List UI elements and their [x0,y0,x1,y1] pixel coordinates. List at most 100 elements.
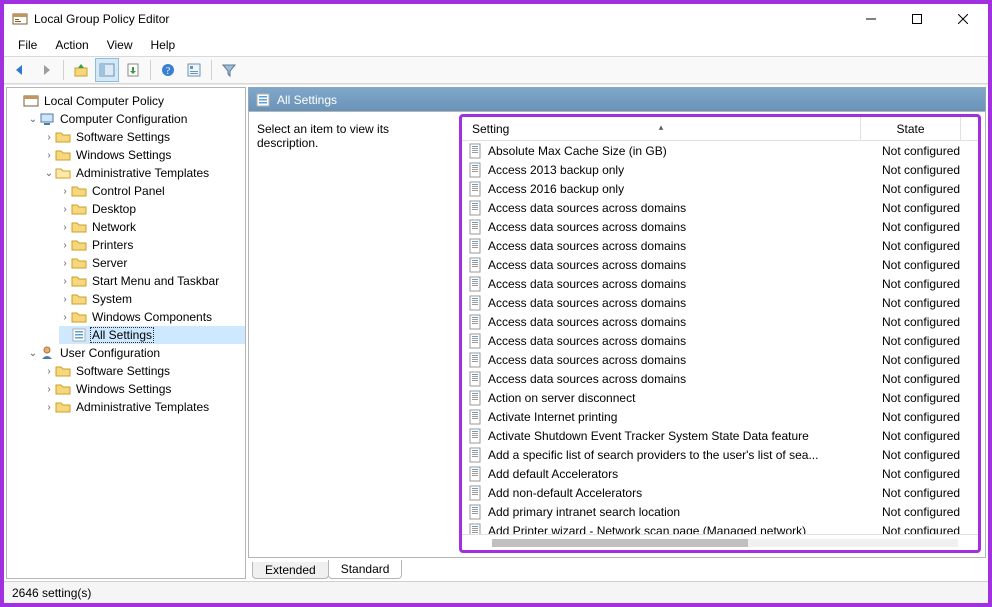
scrollbar-thumb[interactable] [492,539,748,547]
tree-uc-admin-templates[interactable]: ›Administrative Templates [43,398,245,416]
expand-icon[interactable]: › [43,384,55,395]
folder-icon [71,219,87,235]
back-button[interactable] [8,58,32,82]
tree-user-configuration[interactable]: ⌄ User Configuration [27,344,245,362]
tree-pane[interactable]: Local Computer Policy ⌄ Computer Configu… [6,87,246,579]
policy-item-icon [468,276,484,292]
row-setting: Add default Accelerators [488,467,878,481]
show-hide-tree-button[interactable] [95,58,119,82]
expand-icon[interactable]: › [59,204,71,215]
list-row[interactable]: Activate Internet printingNot configured [462,407,978,426]
menu-help[interactable]: Help [143,36,184,54]
tab-extended[interactable]: Extended [252,562,329,579]
policy-item-icon [468,485,484,501]
tree-item[interactable]: ›Desktop [59,200,245,218]
expand-icon[interactable]: › [59,240,71,251]
collapse-icon[interactable]: ⌄ [43,168,55,179]
expand-icon[interactable]: › [43,132,55,143]
expand-icon[interactable]: › [59,222,71,233]
list-row[interactable]: Add primary intranet search locationNot … [462,502,978,521]
tree-all-settings[interactable]: All Settings [59,326,245,344]
list-body[interactable]: Absolute Max Cache Size (in GB)Not confi… [462,141,978,534]
list-row[interactable]: Access data sources across domainsNot co… [462,198,978,217]
properties-button[interactable] [182,58,206,82]
list-row[interactable]: Add a specific list of search providers … [462,445,978,464]
tree-root[interactable]: Local Computer Policy [11,92,245,110]
expand-icon[interactable]: › [59,258,71,269]
list-row[interactable]: Action on server disconnectNot configure… [462,388,978,407]
tree-item[interactable]: ›Network [59,218,245,236]
menu-view[interactable]: View [99,36,141,54]
tree-cc-admin-templates[interactable]: ⌄Administrative Templates [43,164,245,182]
tree-label: User Configuration [58,346,162,360]
export-list-button[interactable] [121,58,145,82]
collapse-icon[interactable]: ⌄ [27,114,39,125]
policy-item-icon [468,371,484,387]
tab-standard[interactable]: Standard [328,560,403,579]
help-button[interactable]: ? [156,58,180,82]
expand-icon[interactable]: › [59,312,71,323]
row-state: Not configured [878,524,978,535]
tree-cc-software-settings[interactable]: › Software Settings [43,128,245,146]
tree-item[interactable]: ›Printers [59,236,245,254]
list-row[interactable]: Access data sources across domainsNot co… [462,350,978,369]
expand-icon[interactable]: › [59,186,71,197]
list-row[interactable]: Access data sources across domainsNot co… [462,369,978,388]
policy-item-icon [468,219,484,235]
col-padding [960,117,978,140]
maximize-button[interactable] [894,4,940,34]
horizontal-scrollbar[interactable] [462,534,978,550]
menu-action[interactable]: Action [47,36,96,54]
list-row[interactable]: Absolute Max Cache Size (in GB)Not confi… [462,141,978,160]
expand-icon[interactable]: › [43,402,55,413]
expand-icon[interactable]: › [59,294,71,305]
list-row[interactable]: Add non-default AcceleratorsNot configur… [462,483,978,502]
list-row[interactable]: Access data sources across domainsNot co… [462,274,978,293]
list-row[interactable]: Add default AcceleratorsNot configured [462,464,978,483]
expand-icon[interactable]: › [43,366,55,377]
list-row[interactable]: Activate Shutdown Event Tracker System S… [462,426,978,445]
tree-uc-windows-settings[interactable]: › Windows Settings [43,380,245,398]
tree-label: Windows Settings [74,382,173,396]
folder-icon [71,273,87,289]
tree-item[interactable]: ›Windows Components [59,308,245,326]
menu-file[interactable]: File [10,36,45,54]
filter-button[interactable] [217,58,241,82]
list-row[interactable]: Access 2013 backup onlyNot configured [462,160,978,179]
list-row[interactable]: Access data sources across domainsNot co… [462,331,978,350]
tree-item[interactable]: ›Control Panel [59,182,245,200]
collapse-icon[interactable]: ⌄ [27,348,39,359]
list-row[interactable]: Access data sources across domainsNot co… [462,255,978,274]
row-setting: Access data sources across domains [488,296,878,310]
policy-icon [23,93,39,109]
col-state[interactable]: State [860,117,960,140]
row-setting: Access 2013 backup only [488,163,878,177]
tree-label: Software Settings [74,130,172,144]
tree-cc-windows-settings[interactable]: ›Windows Settings [43,146,245,164]
row-setting: Access data sources across domains [488,220,878,234]
list-row[interactable]: Access 2016 backup onlyNot configured [462,179,978,198]
expand-icon[interactable]: › [43,150,55,161]
tree-item[interactable]: ›System [59,290,245,308]
list-row[interactable]: Access data sources across domainsNot co… [462,236,978,255]
list-row[interactable]: Access data sources across domainsNot co… [462,293,978,312]
tree-item[interactable]: ›Start Menu and Taskbar [59,272,245,290]
list-row[interactable]: Add Printer wizard - Network scan page (… [462,521,978,534]
minimize-button[interactable] [848,4,894,34]
forward-button[interactable] [34,58,58,82]
row-setting: Add Printer wizard - Network scan page (… [488,524,878,535]
col-setting[interactable]: Setting ▴ [462,122,860,136]
folder-icon [55,381,71,397]
status-text: 2646 setting(s) [12,586,91,600]
expand-icon[interactable]: › [59,276,71,287]
tree-item[interactable]: ›Server [59,254,245,272]
list-row[interactable]: Access data sources across domainsNot co… [462,217,978,236]
tree-computer-configuration[interactable]: ⌄ Computer Configuration [27,110,245,128]
close-button[interactable] [940,4,986,34]
settings-list: Setting ▴ State Absolute Max Cache Size … [459,114,981,553]
up-button[interactable] [69,58,93,82]
list-row[interactable]: Access data sources across domainsNot co… [462,312,978,331]
tree-uc-software-settings[interactable]: ›Software Settings [43,362,245,380]
row-state: Not configured [878,182,978,196]
row-state: Not configured [878,315,978,329]
